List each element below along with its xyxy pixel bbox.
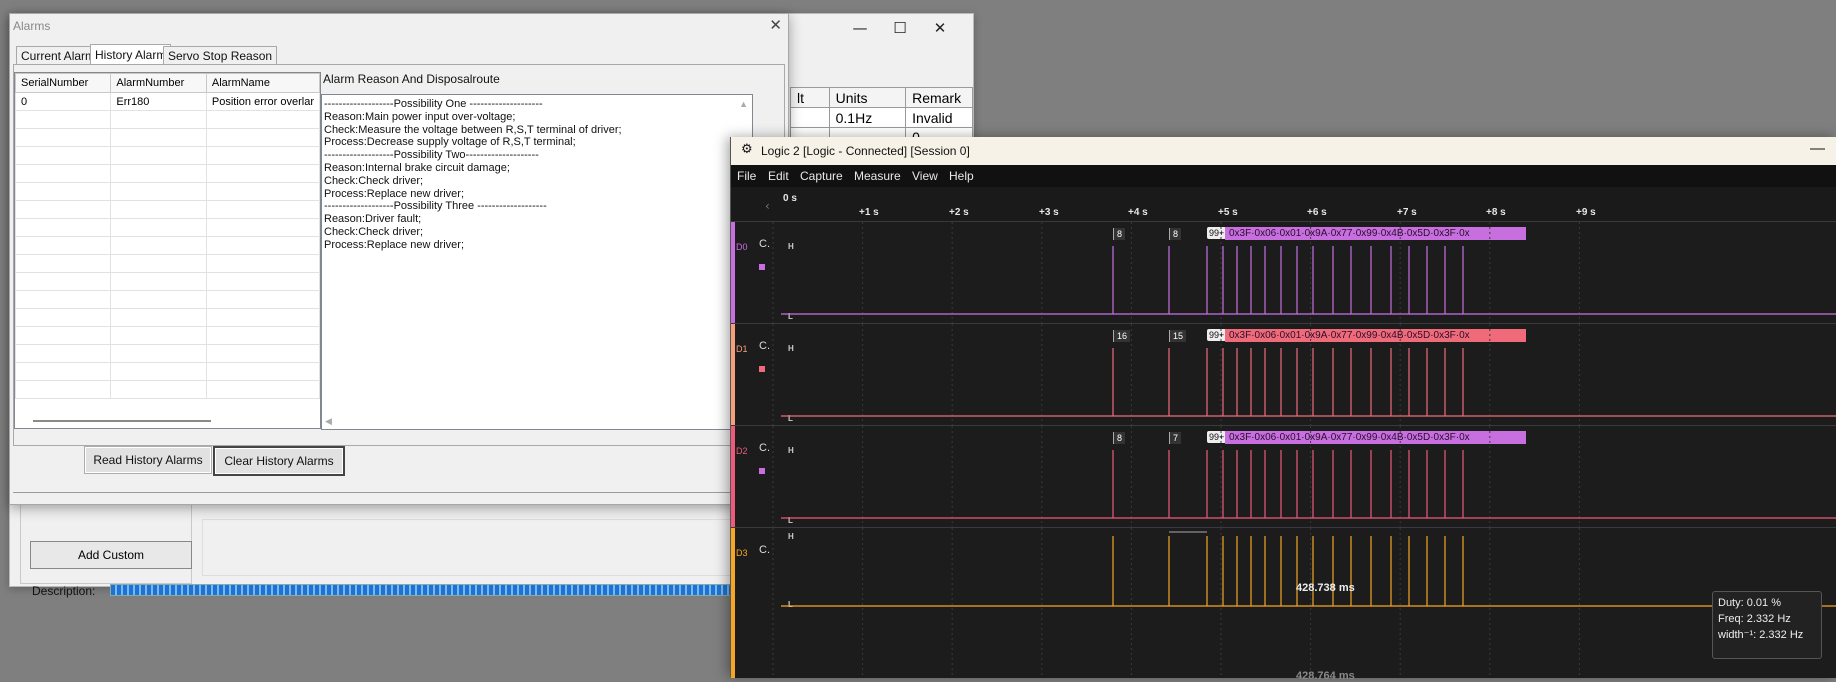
- tab-servo-stop-reason[interactable]: Servo Stop Reason: [163, 46, 278, 65]
- table-header: Units: [828, 87, 907, 108]
- alarms-dialog: Alarms ✕ Current Alarm History Alarm Ser…: [9, 13, 789, 505]
- menu-help[interactable]: Help: [949, 169, 974, 183]
- time-tick: +4 s: [1128, 207, 1148, 218]
- table-cell: [790, 107, 830, 128]
- timeline-ruler[interactable]: ‹ 0 s +1 s +2 s +3 s +4 s +5 s +6 s +7 s…: [731, 187, 1836, 221]
- logic2-window: ⚙ Logic 2 [Logic - Connected] [Session 0…: [730, 137, 1836, 678]
- width-value: width⁻¹: 2.332 Hz: [1718, 629, 1804, 641]
- maximize-icon[interactable]: ☐: [885, 18, 915, 38]
- channel-d0[interactable]: D0 C. H L 8 8 99+ 0x3F·0x06·0x01·0x9A·0x…: [731, 221, 1836, 324]
- alarm-name-cell: Position error overlar: [205, 92, 320, 111]
- column-header[interactable]: AlarmName: [205, 73, 320, 93]
- duty-value: Duty: 0.01 %: [1718, 597, 1781, 609]
- channel-waveform: [772, 222, 1836, 324]
- measurement-tooltip: Duty: 0.01 % Freq: 2.332 Hz width⁻¹: 2.3…: [1712, 591, 1822, 659]
- serial-number-cell: 0: [15, 92, 112, 111]
- reason-label: Alarm Reason And Disposalroute: [323, 72, 500, 86]
- logic-app-icon: ⚙: [741, 142, 753, 157]
- table-cell: Invalid: [905, 107, 973, 128]
- table-header: Remark: [905, 87, 973, 108]
- table-header: lt: [790, 87, 830, 108]
- menu-file[interactable]: File: [737, 169, 756, 183]
- time-tick: +9 s: [1576, 207, 1596, 218]
- menu-measure[interactable]: Measure: [854, 169, 901, 183]
- time-tick: +3 s: [1039, 207, 1059, 218]
- menu-edit[interactable]: Edit: [768, 169, 789, 183]
- divider: [13, 492, 783, 493]
- column-header[interactable]: AlarmNumber: [110, 73, 207, 93]
- time-tick: +1 s: [859, 207, 879, 218]
- description-label: Description:: [32, 584, 96, 598]
- time-tick: +8 s: [1486, 207, 1506, 218]
- measurement-label: 428.738 ms: [1296, 582, 1355, 594]
- time-tick: +7 s: [1397, 207, 1417, 218]
- time-tick: +5 s: [1218, 207, 1238, 218]
- menu-bar: File Edit Capture Measure View Help: [731, 165, 1836, 187]
- close-icon[interactable]: ✕: [925, 18, 955, 38]
- clear-history-alarms-button[interactable]: Clear History Alarms: [213, 446, 345, 476]
- column-header[interactable]: SerialNumber: [15, 73, 112, 93]
- channel-d3[interactable]: D3 C. H L: [731, 527, 1836, 678]
- alarm-number-cell: Err180: [110, 92, 207, 111]
- time-tick: 0 s: [783, 193, 797, 204]
- reason-textbox[interactable]: -------------------Possibility One -----…: [321, 94, 753, 430]
- chevron-left-icon[interactable]: ‹: [765, 199, 770, 213]
- minimize-icon[interactable]: —: [1810, 140, 1825, 157]
- time-tick: +6 s: [1307, 207, 1327, 218]
- freq-value: Freq: 2.332 Hz: [1718, 613, 1791, 625]
- table-cell: 0.1Hz: [828, 107, 907, 128]
- time-tick: +2 s: [949, 207, 969, 218]
- window-title: Logic 2 [Logic - Connected] [Session 0]: [761, 144, 970, 158]
- minimize-icon[interactable]: —: [845, 18, 875, 38]
- measurement-label: 428.764 ms: [1296, 670, 1355, 682]
- dialog-title: Alarms: [13, 19, 51, 33]
- read-history-alarms-button[interactable]: Read History Alarms: [84, 446, 212, 474]
- description-progress-bar: [110, 584, 742, 596]
- table-row[interactable]: 0 Err180 Position error overlar: [15, 92, 320, 111]
- tab-history-alarm[interactable]: History Alarm: [90, 44, 172, 65]
- reason-text: -------------------Possibility One -----…: [324, 98, 622, 251]
- channel-d1[interactable]: D1 C. H L 16 15 99+ 0x3F·0x06·0x01·0x9A·…: [731, 323, 1836, 426]
- custom-grid: [202, 519, 739, 576]
- horizontal-scrollbar[interactable]: [33, 420, 211, 422]
- close-icon[interactable]: ✕: [769, 16, 782, 34]
- history-alarm-grid[interactable]: SerialNumber AlarmNumber AlarmName 0 Err…: [14, 72, 321, 429]
- tab-current-alarm[interactable]: Current Alarm: [16, 46, 101, 65]
- menu-capture[interactable]: Capture: [800, 169, 843, 183]
- channel-d2[interactable]: D2 C. H L 8 7 99+ 0x3F·0x06·0x01·0x9A·0x…: [731, 425, 1836, 528]
- channel-waveform: [772, 426, 1836, 528]
- scroll-up-icon[interactable]: ▲: [739, 99, 748, 109]
- channel-waveform: [772, 528, 1836, 678]
- logic-title-bar: ⚙ Logic 2 [Logic - Connected] [Session 0…: [731, 137, 1836, 165]
- add-custom-button[interactable]: Add Custom: [30, 541, 192, 569]
- menu-view[interactable]: View: [912, 169, 938, 183]
- scroll-left-icon[interactable]: ◀: [325, 416, 332, 427]
- channel-waveform: [772, 324, 1836, 426]
